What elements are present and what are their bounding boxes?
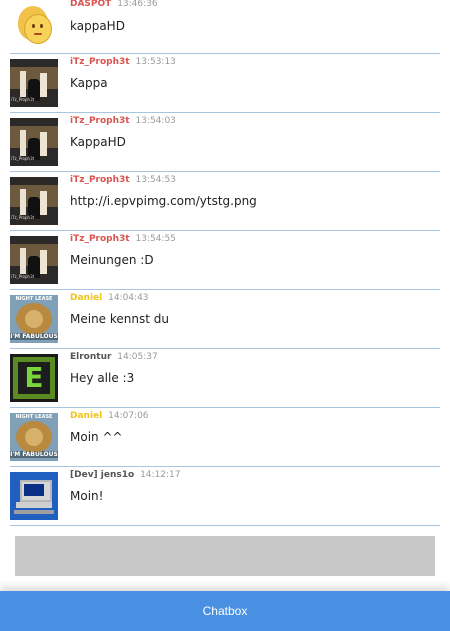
message-text: Meinungen :D (70, 253, 154, 267)
timestamp: 14:12:17 (140, 470, 181, 480)
avatar-caption: iTz_Proph3t (11, 156, 35, 161)
message-text: Hey alle :3 (70, 371, 135, 385)
avatar-bottom-text: I'M FABULOUS (10, 333, 58, 340)
chat-message: iTz_Proph3t iTz_Proph3t 13:54:53 http://… (10, 172, 440, 231)
message-text: Kappa (70, 76, 108, 90)
proph-avatar[interactable]: iTz_Proph3t (10, 59, 58, 107)
message-meta: Daniel 14:04:43 (70, 292, 149, 304)
avatar-bottom-text: I'M FABULOUS (10, 451, 58, 458)
message-meta: iTz_Proph3t 13:54:55 (70, 233, 176, 245)
chat-message: NIGHT LEASE I'M FABULOUS Daniel 14:07:06… (10, 408, 440, 467)
lion-avatar[interactable]: NIGHT LEASE I'M FABULOUS (10, 413, 58, 461)
timestamp: 13:54:55 (135, 234, 176, 244)
message-text: Moin! (70, 489, 104, 503)
chat-message: NIGHT LEASE I'M FABULOUS Daniel 14:04:43… (10, 290, 440, 349)
avatar-top-text: NIGHT LEASE (15, 296, 53, 302)
timestamp: 14:05:37 (117, 352, 158, 362)
username[interactable]: iTz_Proph3t (70, 116, 130, 126)
timestamp: 13:53:13 (135, 57, 176, 67)
chat-message: iTz_Proph3t iTz_Proph3t 13:53:13 Kappa (10, 54, 440, 113)
username[interactable]: Elrontur (70, 352, 111, 362)
chatbox-bar[interactable]: Chatbox (0, 591, 450, 631)
message-meta: Daniel 14:07:06 (70, 410, 149, 422)
message-link[interactable]: http://i.epvpimg.com/ytstg.png (70, 194, 257, 208)
e-avatar[interactable]: E (10, 354, 58, 402)
timestamp: 13:54:53 (135, 175, 176, 185)
message-meta: iTz_Proph3t 13:53:13 (70, 56, 176, 68)
timestamp: 14:07:06 (108, 411, 149, 421)
message-meta: [Dev] jens1o 14:12:17 (70, 469, 181, 481)
username[interactable]: iTz_Proph3t (70, 234, 130, 244)
message-meta: iTz_Proph3t 13:54:03 (70, 115, 176, 127)
username[interactable]: DASPOT (70, 0, 111, 9)
proph-avatar[interactable]: iTz_Proph3t (10, 236, 58, 284)
username[interactable]: Daniel (70, 293, 102, 303)
message-text: Moin ^^ (70, 430, 123, 444)
message-meta: DASPOT 13:46:36 (70, 0, 158, 10)
chat-message: DASPOT 13:46:36 kappaHD (10, 0, 440, 54)
message-text: kappaHD (70, 19, 125, 33)
chat-messages: DASPOT 13:46:36 kappaHD iTz_Proph3t iTz_… (0, 0, 450, 526)
smiley-avatar[interactable] (10, 2, 58, 50)
proph-avatar[interactable]: iTz_Proph3t (10, 177, 58, 225)
avatar-caption: iTz_Proph3t (11, 97, 35, 102)
lion-avatar[interactable]: NIGHT LEASE I'M FABULOUS (10, 295, 58, 343)
username[interactable]: Daniel (70, 411, 102, 421)
chat-input[interactable] (15, 536, 435, 576)
chat-message: iTz_Proph3t iTz_Proph3t 13:54:55 Meinung… (10, 231, 440, 290)
message-text: KappaHD (70, 135, 126, 149)
avatar-caption: iTz_Proph3t (11, 274, 35, 279)
chat-message: [Dev] jens1o 14:12:17 Moin! (10, 467, 440, 526)
timestamp: 13:54:03 (135, 116, 176, 126)
username[interactable]: iTz_Proph3t (70, 175, 130, 185)
message-meta: iTz_Proph3t 13:54:53 (70, 174, 176, 186)
timestamp: 13:46:36 (117, 0, 158, 9)
proph-avatar[interactable]: iTz_Proph3t (10, 118, 58, 166)
avatar-caption: iTz_Proph3t (11, 215, 35, 220)
avatar-top-text: NIGHT LEASE (15, 414, 53, 420)
timestamp: 14:04:43 (108, 293, 149, 303)
chat-message: iTz_Proph3t iTz_Proph3t 13:54:03 KappaHD (10, 113, 440, 172)
chat-message: E Elrontur 14:05:37 Hey alle :3 (10, 349, 440, 408)
username[interactable]: [Dev] jens1o (70, 470, 134, 480)
message-meta: Elrontur 14:05:37 (70, 351, 158, 363)
chatbox-label: Chatbox (202, 604, 248, 618)
username[interactable]: iTz_Proph3t (70, 57, 130, 67)
message-text: Meine kennst du (70, 312, 169, 326)
pc-avatar[interactable] (10, 472, 58, 520)
